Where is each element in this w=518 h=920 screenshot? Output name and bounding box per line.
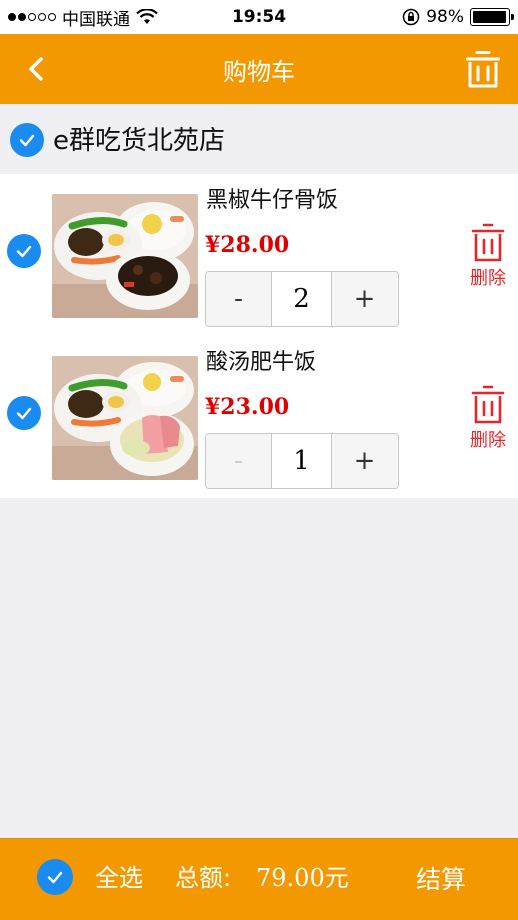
quantity-value[interactable]: 2 <box>271 272 332 326</box>
increase-quantity-button[interactable]: + <box>332 434 397 488</box>
status-left: 中国联通 <box>8 0 158 34</box>
cart-item: 酸汤肥牛饭 ¥23.00 - 1 + 删除 <box>0 336 518 498</box>
checkout-button[interactable]: 结算 <box>398 852 484 904</box>
item-name: 黑椒牛仔骨饭 <box>206 188 339 213</box>
nav-bar: 购物车 <box>0 34 518 104</box>
delete-label: 删除 <box>470 268 506 289</box>
signal-dot <box>48 13 56 21</box>
item-price: ¥23.00 <box>205 394 290 420</box>
item-select-checkbox[interactable] <box>7 234 41 268</box>
signal-dot <box>38 13 46 21</box>
decrease-quantity-button[interactable]: - <box>206 272 271 326</box>
cart-item: 黑椒牛仔骨饭 ¥28.00 - 2 + 删除 <box>0 174 518 336</box>
battery-percent: 98% <box>426 7 464 27</box>
rotation-lock-icon <box>402 8 420 26</box>
page-title: 购物车 <box>223 57 295 86</box>
quantity-stepper: - 2 + <box>205 271 399 327</box>
checkmark-icon <box>19 134 35 147</box>
delete-item-button[interactable]: 删除 <box>462 384 514 452</box>
chevron-left-icon[interactable] <box>22 54 52 84</box>
increase-quantity-button[interactable]: + <box>332 272 397 326</box>
item-name: 酸汤肥牛饭 <box>206 350 317 375</box>
checkmark-icon <box>16 245 32 258</box>
delete-item-button[interactable]: 删除 <box>462 222 514 290</box>
food-photo <box>52 194 198 318</box>
signal-dot <box>8 13 16 21</box>
quantity-value[interactable]: 1 <box>271 434 332 488</box>
item-price: ¥28.00 <box>205 232 290 258</box>
checkmark-icon <box>47 871 63 884</box>
quantity-stepper: - 1 + <box>205 433 399 489</box>
signal-strength-icon <box>8 13 56 21</box>
cart-item-list: 黑椒牛仔骨饭 ¥28.00 - 2 + 删除 酸汤肥牛饭 ¥23.00 - 1 … <box>0 174 518 498</box>
signal-dot <box>28 13 36 21</box>
carrier-label: 中国联通 <box>62 9 130 30</box>
select-all-checkbox[interactable] <box>37 859 73 895</box>
trash-icon[interactable] <box>466 50 500 88</box>
status-right: 98% <box>402 0 514 34</box>
item-select-checkbox[interactable] <box>7 396 41 430</box>
battery-fill <box>473 11 507 23</box>
store-select-checkbox[interactable] <box>10 123 44 157</box>
checkmark-icon <box>16 407 32 420</box>
status-bar: 中国联通 19:54 98% <box>0 0 518 34</box>
delete-label: 删除 <box>470 430 506 451</box>
total-label: 总额: <box>175 864 232 892</box>
trash-icon <box>471 385 505 424</box>
total-amount: 79.00元 <box>256 864 349 892</box>
store-name: e群吃货北苑店 <box>53 126 225 156</box>
wifi-icon <box>136 9 158 24</box>
select-all-label[interactable]: 全选 <box>95 862 143 894</box>
trash-icon <box>471 223 505 262</box>
decrease-quantity-button[interactable]: - <box>206 434 271 488</box>
food-image[interactable] <box>52 194 198 318</box>
battery-icon <box>470 8 514 26</box>
food-image[interactable] <box>52 356 198 480</box>
food-photo <box>52 356 198 480</box>
signal-dot <box>18 13 26 21</box>
